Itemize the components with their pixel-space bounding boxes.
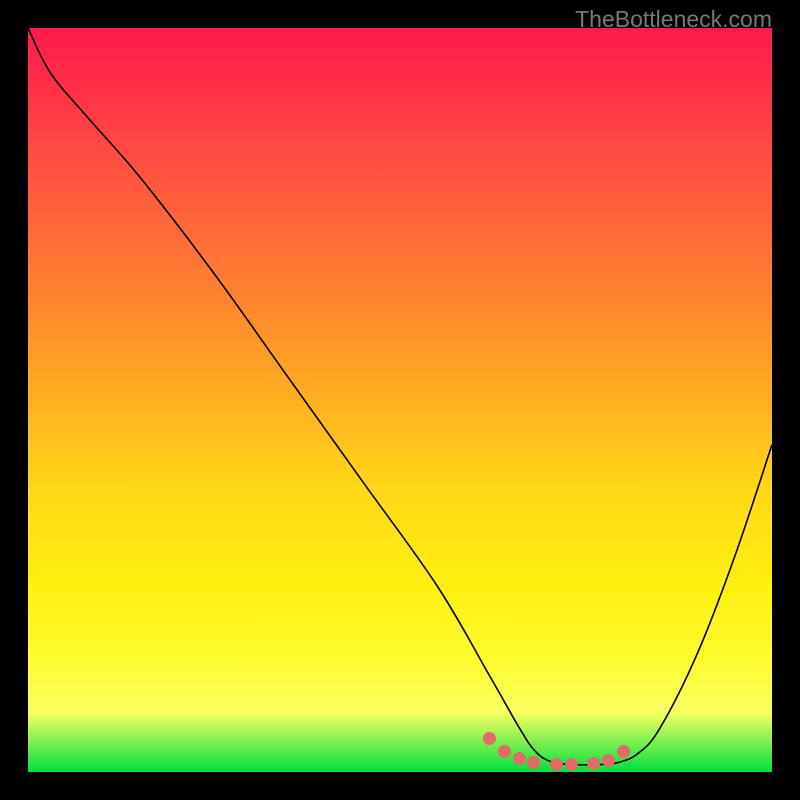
- chart-container: TheBottleneck.com: [0, 0, 800, 800]
- marker-dot: [617, 745, 630, 758]
- marker-dot: [602, 754, 615, 767]
- marker-dot: [498, 745, 511, 758]
- marker-dot: [527, 756, 540, 769]
- plot-area: [28, 28, 772, 772]
- marker-dot: [565, 758, 578, 771]
- marker-dot: [483, 732, 496, 745]
- marker-dot: [587, 757, 600, 770]
- marker-dot: [550, 758, 563, 771]
- dots-layer: [28, 28, 772, 772]
- marker-dot: [513, 752, 526, 765]
